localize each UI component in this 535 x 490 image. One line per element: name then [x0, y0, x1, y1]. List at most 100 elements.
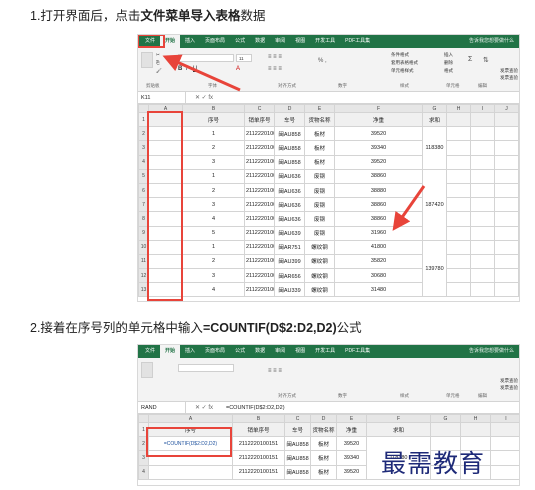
- conditional-format-button[interactable]: 条件格式: [391, 52, 409, 58]
- ribbon-tab[interactable]: 告诉我您想要做什么: [464, 35, 519, 48]
- data-cell[interactable]: 2112220100110: [244, 182, 275, 199]
- delete-cells-button[interactable]: 删除: [444, 60, 453, 66]
- column-header[interactable]: I: [470, 104, 495, 113]
- formula-input[interactable]: =COUNTIF(D$2:D2,D2): [222, 405, 285, 411]
- cut-icon[interactable]: ✂: [156, 52, 160, 58]
- data-cell[interactable]: 闽AU636: [274, 197, 305, 213]
- ribbon-tab[interactable]: 开发工具: [310, 35, 340, 48]
- header-cell[interactable]: 求和: [366, 421, 431, 438]
- table-row[interactable]: 512112220100110闽AU636废钢38860187420: [138, 168, 519, 241]
- cell[interactable]: [494, 197, 519, 213]
- data-cell[interactable]: 螺纹钢: [304, 253, 335, 270]
- cell[interactable]: [490, 421, 519, 438]
- font-color-icon[interactable]: A: [236, 66, 240, 72]
- sum-cell[interactable]: 187420: [422, 168, 447, 241]
- cell[interactable]: [446, 182, 471, 199]
- cell[interactable]: [494, 225, 519, 241]
- data-cell[interactable]: 30680: [334, 268, 423, 284]
- column-header[interactable]: I: [490, 414, 519, 423]
- ribbon-tab[interactable]: 告诉我您想要做什么: [464, 345, 519, 358]
- data-cell[interactable]: 闽AR751: [274, 239, 305, 255]
- data-cell[interactable]: 闽AU858: [284, 464, 311, 480]
- ribbon-tab[interactable]: 公式: [230, 35, 250, 48]
- header-cell[interactable]: 净重: [334, 111, 423, 128]
- invoice-check-button-2[interactable]: 发票查验: [500, 385, 518, 391]
- data-cell[interactable]: 板材: [304, 126, 335, 142]
- font-size-select[interactable]: 11: [236, 54, 252, 62]
- cell[interactable]: [494, 268, 519, 284]
- data-cell[interactable]: 废钢: [304, 182, 335, 199]
- sum-cell[interactable]: 118380: [422, 126, 447, 170]
- header-cell[interactable]: 销单序号: [232, 421, 285, 438]
- data-cell[interactable]: 闽AU639: [274, 225, 305, 241]
- wrap-icons[interactable]: ≡ ≡ ≡: [268, 66, 282, 72]
- data-cell[interactable]: 2112220100155: [244, 282, 275, 298]
- cell[interactable]: [494, 111, 519, 128]
- table-format-button[interactable]: 套用表格格式: [391, 60, 418, 66]
- cell[interactable]: [470, 225, 495, 241]
- italic-icon[interactable]: I: [186, 66, 188, 72]
- data-cell[interactable]: 2112220100087: [244, 239, 275, 255]
- column-header[interactable]: D: [274, 104, 305, 113]
- column-header[interactable]: F: [334, 104, 423, 113]
- table-row[interactable]: 842112220100110闽AU636废钢38860: [138, 211, 519, 227]
- ribbon-tab[interactable]: 数据: [250, 35, 270, 48]
- column-header[interactable]: E: [336, 414, 367, 423]
- data-cell[interactable]: 2112220100110: [244, 197, 275, 213]
- ribbon-tab[interactable]: 审阅: [270, 345, 290, 358]
- column-header[interactable]: F: [366, 414, 431, 423]
- name-box[interactable]: K11: [138, 91, 186, 104]
- column-header[interactable]: H: [446, 104, 471, 113]
- cell[interactable]: [446, 126, 471, 142]
- data-cell[interactable]: 4: [182, 211, 245, 227]
- data-cell[interactable]: 板材: [304, 154, 335, 170]
- column-header[interactable]: C: [284, 414, 311, 423]
- ribbon-tab[interactable]: 文件: [140, 345, 160, 358]
- format-cells-button[interactable]: 格式: [444, 68, 453, 74]
- ribbon-tab[interactable]: 视图: [290, 345, 310, 358]
- cell[interactable]: [494, 154, 519, 170]
- sort-icon[interactable]: ⇅: [483, 56, 489, 64]
- cell[interactable]: [430, 421, 461, 438]
- data-cell[interactable]: 39520: [336, 436, 367, 452]
- data-cell[interactable]: 废钢: [304, 168, 335, 184]
- bold-icon[interactable]: B: [178, 66, 182, 72]
- data-cell[interactable]: 38880: [334, 182, 423, 199]
- data-cell[interactable]: 闽AU858: [274, 126, 305, 142]
- align-icons[interactable]: ≡ ≡ ≡: [268, 368, 282, 374]
- data-cell[interactable]: 38860: [334, 168, 423, 184]
- cell[interactable]: [494, 239, 519, 255]
- data-cell[interactable]: 闽AU636: [274, 168, 305, 184]
- paste-icon[interactable]: [141, 52, 153, 68]
- align-icons[interactable]: ≡ ≡ ≡: [268, 54, 282, 60]
- data-cell[interactable]: 2112220100151: [232, 450, 285, 466]
- data-cell[interactable]: 螺纹钢: [304, 239, 335, 255]
- data-cell[interactable]: 2112220100110: [244, 211, 275, 227]
- cell[interactable]: [470, 268, 495, 284]
- cell[interactable]: [490, 464, 519, 480]
- ribbon-tab[interactable]: 开始: [160, 345, 181, 358]
- cell[interactable]: [470, 253, 495, 270]
- row-header[interactable]: 4: [138, 464, 149, 480]
- cell[interactable]: [446, 197, 471, 213]
- data-cell[interactable]: 39520: [334, 126, 423, 142]
- cell[interactable]: [470, 197, 495, 213]
- data-cell[interactable]: 闽AU636: [274, 182, 305, 199]
- cell[interactable]: [460, 421, 491, 438]
- data-cell[interactable]: 5: [182, 225, 245, 241]
- data-cell[interactable]: 39520: [336, 464, 367, 480]
- format-painter-icon[interactable]: 🖌: [156, 68, 162, 74]
- ribbon-tab[interactable]: 插入: [180, 345, 200, 358]
- data-cell[interactable]: 2112220100132: [244, 225, 275, 241]
- data-cell[interactable]: 2112220100151: [244, 140, 275, 156]
- number-format-icons[interactable]: % ,: [318, 58, 327, 64]
- data-cell[interactable]: 板材: [310, 436, 337, 452]
- column-header[interactable]: B: [232, 414, 285, 423]
- ribbon-tab[interactable]: 视图: [290, 35, 310, 48]
- data-cell[interactable]: 38860: [334, 197, 423, 213]
- data-cell[interactable]: 板材: [304, 140, 335, 156]
- column-header[interactable]: A: [148, 414, 233, 423]
- data-cell[interactable]: 2112220100149: [244, 253, 275, 270]
- font-family-select[interactable]: [178, 54, 234, 62]
- data-cell[interactable]: 闽AU339: [274, 282, 305, 298]
